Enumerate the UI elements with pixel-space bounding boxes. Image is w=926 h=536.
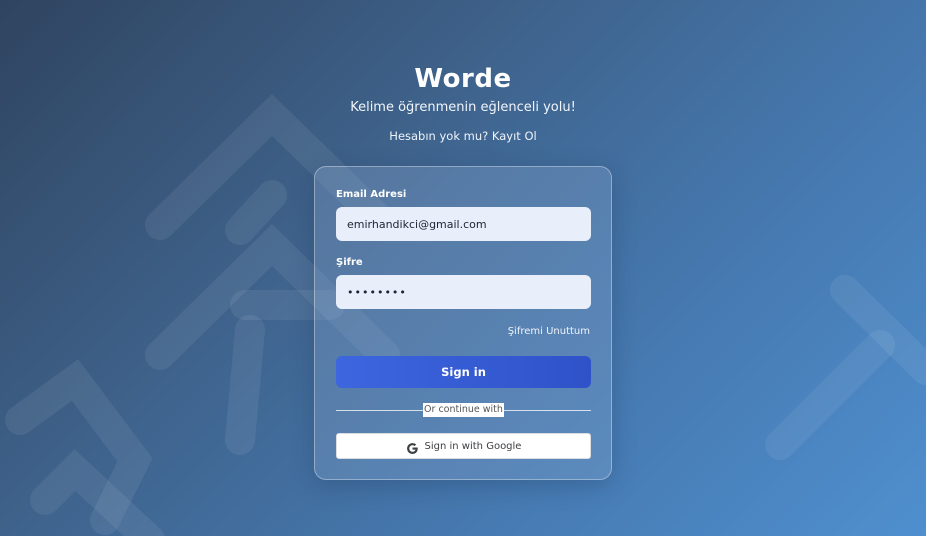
google-sign-in-label: Sign in with Google <box>424 440 522 452</box>
forgot-password-link[interactable]: Şifremi Unuttum <box>508 326 590 337</box>
email-label: Email Adresi <box>336 189 407 200</box>
signup-link[interactable]: Hesabın yok mu? Kayıt Ol <box>389 129 536 143</box>
password-field[interactable] <box>336 275 591 309</box>
password-label: Şifre <box>336 257 363 268</box>
signup-prompt: Hesabın yok mu? Kayıt Ol <box>0 129 926 143</box>
divider-label: Or continue with <box>423 403 504 417</box>
google-sign-in-button[interactable]: Sign in with Google <box>336 433 591 459</box>
app-title: Worde <box>414 64 512 94</box>
login-card: Email Adresi Şifre Şifremi Unuttum Sign … <box>314 166 612 480</box>
email-field[interactable] <box>336 207 591 241</box>
tagline: Kelime öğrenmenin eğlenceli yolu! <box>350 100 576 115</box>
sign-in-button[interactable]: Sign in <box>336 356 591 388</box>
google-icon <box>406 440 419 454</box>
